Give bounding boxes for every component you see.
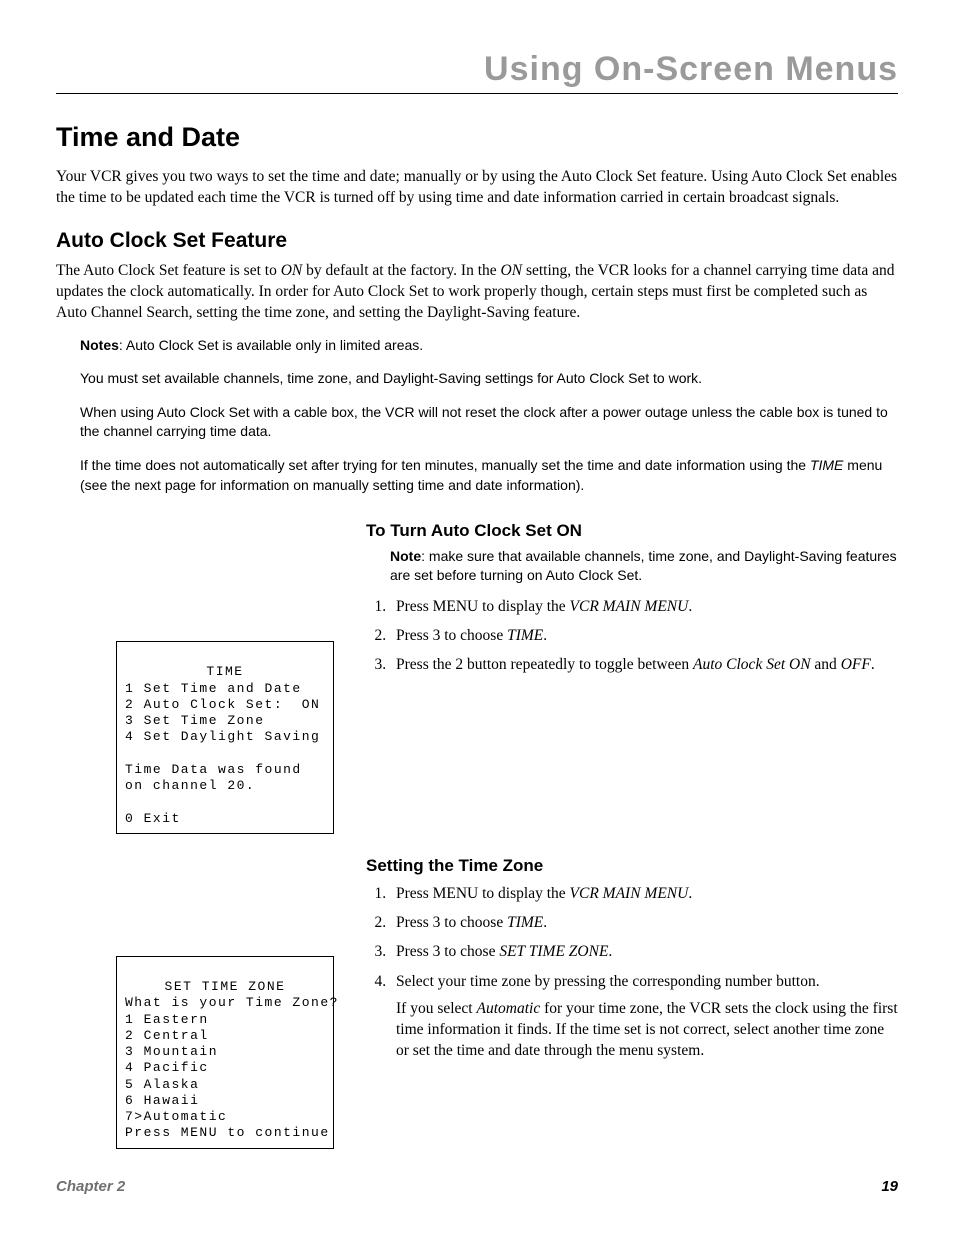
osd-timezone-menu: SET TIME ZONEWhat is your Time Zone? 1 E… xyxy=(116,956,334,1149)
list-item: Press MENU to display the VCR MAIN MENU. xyxy=(390,882,898,905)
osd-time-menu: TIME1 Set Time and Date 2 Auto Clock Set… xyxy=(116,641,334,834)
notes-line: When using Auto Clock Set with a cable b… xyxy=(80,403,890,442)
turn-on-steps: Press MENU to display the VCR MAIN MENU.… xyxy=(366,595,898,677)
turn-on-heading: To Turn Auto Clock Set ON xyxy=(366,521,898,541)
auto-clock-heading: Auto Clock Set Feature xyxy=(56,229,898,253)
list-item: Press 3 to choose TIME. xyxy=(390,624,898,647)
intro-paragraph: Your VCR gives you two ways to set the t… xyxy=(56,167,898,209)
list-item: Press 3 to chose SET TIME ZONE. xyxy=(390,940,898,963)
notes-line: If the time does not automatically set a… xyxy=(80,456,890,495)
list-item: Select your time zone by pressing the co… xyxy=(390,970,898,1062)
page-title: Time and Date xyxy=(56,122,898,153)
notes-label: Notes xyxy=(80,337,119,353)
running-header: Using On-Screen Menus xyxy=(56,50,898,89)
list-item: Press MENU to display the VCR MAIN MENU. xyxy=(390,595,898,618)
page-footer: Chapter 2 19 xyxy=(56,1178,898,1195)
notes-line: You must set available channels, time zo… xyxy=(80,369,890,389)
timezone-steps: Press MENU to display the VCR MAIN MENU.… xyxy=(366,882,898,1062)
list-item: Press the 2 button repeatedly to toggle … xyxy=(390,653,898,676)
page-number: 19 xyxy=(881,1178,898,1195)
list-item: Press 3 to choose TIME. xyxy=(390,911,898,934)
notes-block: Notes: Auto Clock Set is available only … xyxy=(80,336,890,496)
chapter-label: Chapter 2 xyxy=(56,1178,125,1195)
auto-clock-body: The Auto Clock Set feature is set to ON … xyxy=(56,261,898,324)
timezone-heading: Setting the Time Zone xyxy=(366,856,898,876)
turn-on-note: Note: make sure that available channels,… xyxy=(390,547,898,585)
header-rule xyxy=(56,93,898,94)
